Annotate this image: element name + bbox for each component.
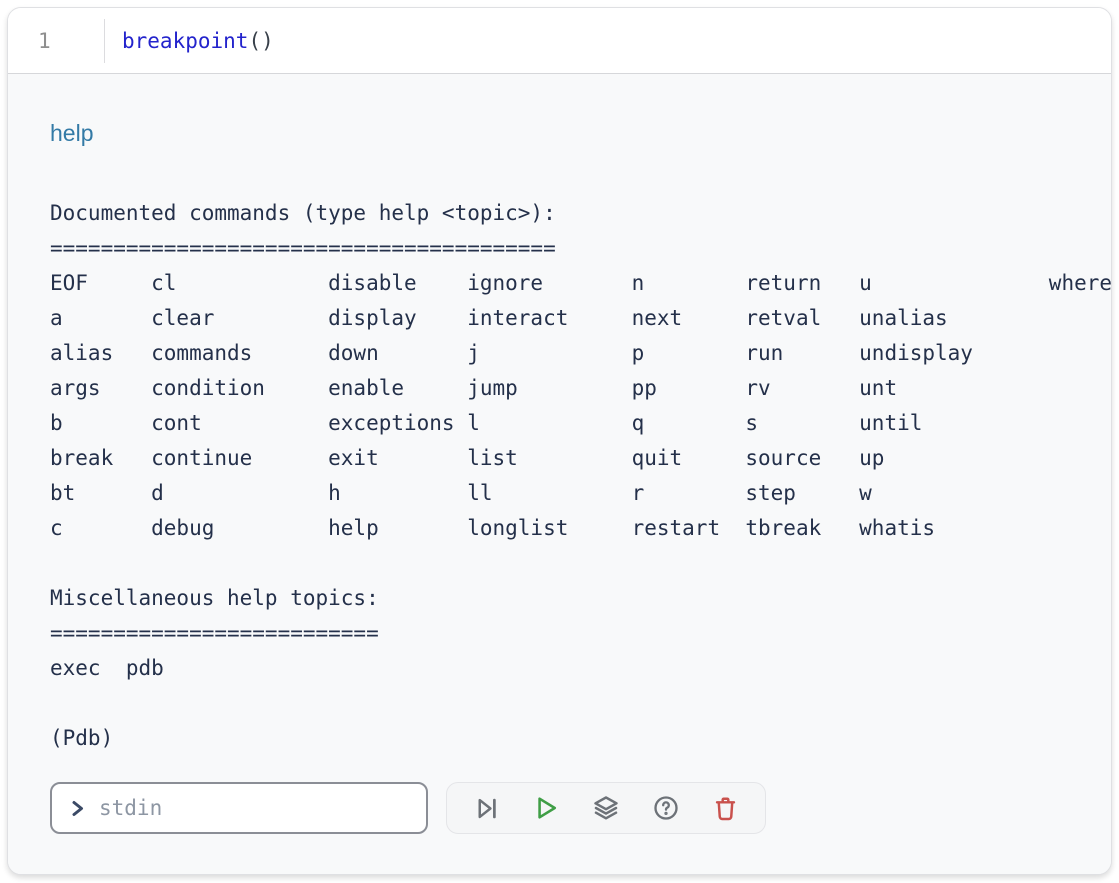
trash-icon: [712, 795, 739, 822]
app-frame: 1 breakpoint() help Documented commands …: [7, 7, 1112, 875]
code-editor: 1 breakpoint(): [8, 8, 1111, 74]
code-parens-token: (): [248, 29, 273, 53]
step-forward-icon: [473, 795, 500, 822]
play-icon: [532, 794, 560, 822]
chevron-right-icon: [68, 799, 87, 818]
output-panel: help Documented commands (type help <top…: [8, 74, 1111, 874]
stdin-input[interactable]: [99, 796, 412, 820]
io-row: [50, 782, 1111, 834]
step-button[interactable]: [467, 788, 507, 828]
run-button[interactable]: [526, 788, 566, 828]
stack-button[interactable]: [586, 788, 626, 828]
help-button[interactable]: [646, 788, 686, 828]
question-circle-icon: [652, 794, 680, 822]
debugger-toolbar: [446, 782, 766, 834]
code-line[interactable]: breakpoint(): [105, 29, 274, 53]
layers-icon: [592, 794, 620, 822]
line-number-gutter: 1: [8, 29, 104, 53]
delete-button[interactable]: [705, 788, 745, 828]
terminal-output: Documented commands (type help <topic>):…: [50, 196, 1111, 756]
stdin-box[interactable]: [50, 782, 428, 834]
code-function-token: breakpoint: [122, 29, 248, 53]
stdin-echo-text: help: [50, 118, 1111, 148]
line-number: 1: [38, 29, 51, 53]
